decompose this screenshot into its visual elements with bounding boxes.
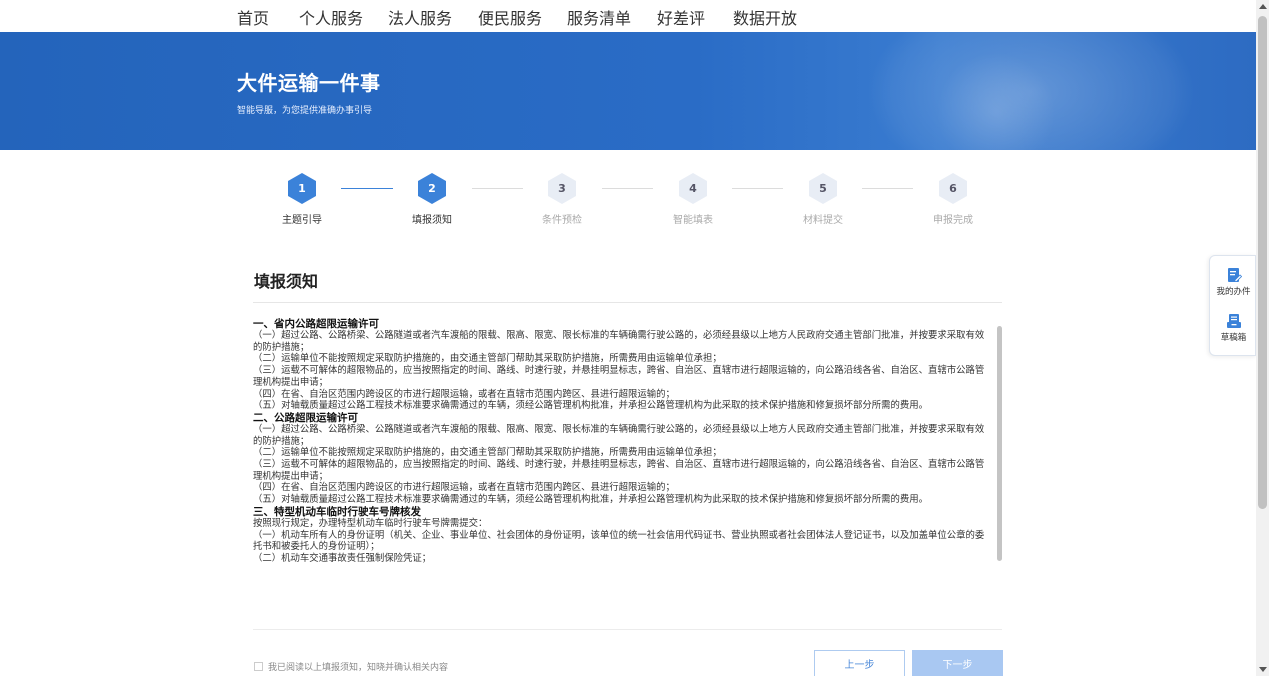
- page-root: 首页 个人服务 法人服务 便民服务 服务清单 好差评 数据开放 大件运输一件事 …: [0, 0, 1269, 676]
- top-nav: 首页 个人服务 法人服务 便民服务 服务清单 好差评 数据开放: [0, 0, 1256, 32]
- my-applications-button[interactable]: 我的办件: [1210, 267, 1257, 297]
- notice-paragraph: （五）对轴载质量超过公路工程技术标准要求确需通过的车辆，须经公路管理机构批准，并…: [253, 400, 929, 412]
- step-number: 6: [949, 182, 957, 195]
- nav-rating[interactable]: 好差评: [657, 5, 705, 29]
- nav-open-data[interactable]: 数据开放: [733, 5, 797, 29]
- scroll-down-icon[interactable]: [1259, 667, 1267, 672]
- scroll-thumb[interactable]: [1258, 16, 1267, 509]
- step-connector: [472, 188, 523, 189]
- step-connector: [602, 188, 653, 189]
- drafts-label: 草稿箱: [1220, 333, 1247, 343]
- step-label: 申报完成: [933, 215, 973, 226]
- notice-heading: 二、公路超限运输许可: [253, 411, 358, 424]
- notice-paragraph: （四）在省、自治区范围内跨设区的市进行超限运输，或者在直辖市范围内跨区、县进行超…: [253, 388, 675, 400]
- progress-stepper: 1 主题引导 2 填报须知 3 条件预检 4 智能填表 5 材料提交 6 申报完…: [0, 150, 1256, 240]
- notice-paragraph: （一）超过公路、公路桥梁、公路隧道或者汽车渡船的限载、限高、限宽、限长标准的车辆…: [253, 330, 985, 353]
- notice-paragraph: （二）运输单位不能按照规定采取防护措施的，由交通主管部门帮助其采取防护措施，所需…: [253, 353, 722, 365]
- step-number: 4: [689, 182, 697, 195]
- page-scrollbar[interactable]: [1256, 0, 1269, 676]
- nav-service-list[interactable]: 服务清单: [567, 5, 631, 29]
- nav-home[interactable]: 首页: [237, 5, 269, 29]
- step-label: 主题引导: [282, 215, 322, 226]
- page-subtitle: 智能导服，为您提供准确办事引导: [237, 106, 373, 116]
- step-4: 4 智能填表: [653, 172, 733, 226]
- step-badge: 2: [416, 172, 448, 205]
- scroll-up-icon[interactable]: [1259, 4, 1267, 9]
- notice-paragraph: （四）在省、自治区范围内跨设区的市进行超限运输，或者在直辖市范围内跨区、县进行超…: [253, 482, 675, 494]
- draft-box-icon: [1226, 314, 1241, 328]
- step-connector: [341, 188, 393, 189]
- step-label: 填报须知: [412, 215, 452, 226]
- divider: [253, 302, 1002, 303]
- section-title: 填报须知: [254, 272, 319, 291]
- notice-paragraph: （五）对轴载质量超过公路工程技术标准要求确需通过的车辆，须经公路管理机构批准，并…: [253, 494, 929, 506]
- nav-convenience-services[interactable]: 便民服务: [478, 5, 542, 29]
- hero-banner: 大件运输一件事 智能导服，为您提供准确办事引导: [0, 32, 1256, 150]
- page-title: 大件运输一件事: [237, 71, 381, 95]
- notice-paragraph: （二）运输单位不能按照规定采取防护措施的，由交通主管部门帮助其采取防护措施，所需…: [253, 447, 722, 459]
- step-3: 3 条件预检: [522, 172, 602, 226]
- step-label: 智能填表: [673, 215, 713, 226]
- agree-checkbox-row[interactable]: 我已阅读以上填报须知，知晓并确认相关内容: [254, 660, 448, 673]
- notice-paragraph: 按照现行规定，办理特型机动车临时行驶车号牌需提交：: [253, 517, 488, 529]
- step-badge: 5: [807, 172, 839, 205]
- notice-paragraph: （一）超过公路、公路桥梁、公路隧道或者汽车渡船的限载、限高、限宽、限长标准的车辆…: [253, 423, 985, 447]
- notice-content: 一、省内公路超限运输许可 （一）超过公路、公路桥梁、公路隧道或者汽车渡船的限载、限…: [253, 318, 993, 565]
- step-badge: 4: [677, 172, 709, 205]
- notice-scrollbar[interactable]: [997, 326, 1002, 561]
- drafts-button[interactable]: 草稿箱: [1210, 313, 1257, 343]
- divider: [253, 629, 1002, 630]
- notice-heading: 三、特型机动车临时行驶车号牌核发: [253, 505, 421, 518]
- step-badge: 3: [546, 172, 578, 205]
- notice-paragraph: （三）运载不可解体的超限物品的，应当按照指定的时间、路线、时速行驶，并悬挂明显标…: [253, 365, 985, 388]
- step-number: 3: [558, 182, 566, 195]
- step-connector: [862, 188, 913, 189]
- floating-toolbar: 我的办件 草稿箱: [1209, 255, 1256, 356]
- edit-doc-icon: [1227, 268, 1242, 282]
- agree-label: 我已阅读以上填报须知，知晓并确认相关内容: [268, 663, 449, 673]
- notice-scroll-area[interactable]: 一、省内公路超限运输许可 （一）超过公路、公路桥梁、公路隧道或者汽车渡船的限载、限…: [253, 318, 1002, 628]
- notice-paragraph: （三）运载不可解体的超限物品的，应当按照指定的时间、路线、时速行驶，并悬挂明显标…: [253, 459, 985, 482]
- step-badge: 6: [937, 172, 969, 205]
- prev-step-button[interactable]: 上一步: [814, 650, 905, 676]
- step-2: 2 填报须知: [392, 172, 472, 226]
- agree-checkbox[interactable]: [254, 662, 263, 671]
- notice-heading: 一、省内公路超限运输许可: [253, 318, 379, 330]
- notice-paragraph: （一）机动车所有人的身份证明（机关、企业、事业单位、社会团体的身份证明，该单位的…: [253, 529, 985, 553]
- notice-paragraph: （二）机动车交通事故责任强制保险凭证；: [253, 552, 432, 564]
- step-6: 6 申报完成: [913, 172, 993, 226]
- next-step-button[interactable]: 下一步: [912, 650, 1003, 676]
- my-applications-label: 我的办件: [1216, 287, 1251, 297]
- step-connector: [732, 188, 783, 189]
- nav-legal-person-services[interactable]: 法人服务: [388, 5, 452, 29]
- step-number: 2: [428, 182, 436, 195]
- step-number: 1: [298, 182, 306, 195]
- step-number: 5: [819, 182, 827, 195]
- step-badge: 1: [286, 172, 318, 205]
- nav-personal-services[interactable]: 个人服务: [299, 5, 363, 29]
- step-5: 5 材料提交: [783, 172, 863, 226]
- step-label: 条件预检: [542, 215, 582, 226]
- step-1: 1 主题引导: [262, 172, 342, 226]
- step-label: 材料提交: [803, 215, 843, 226]
